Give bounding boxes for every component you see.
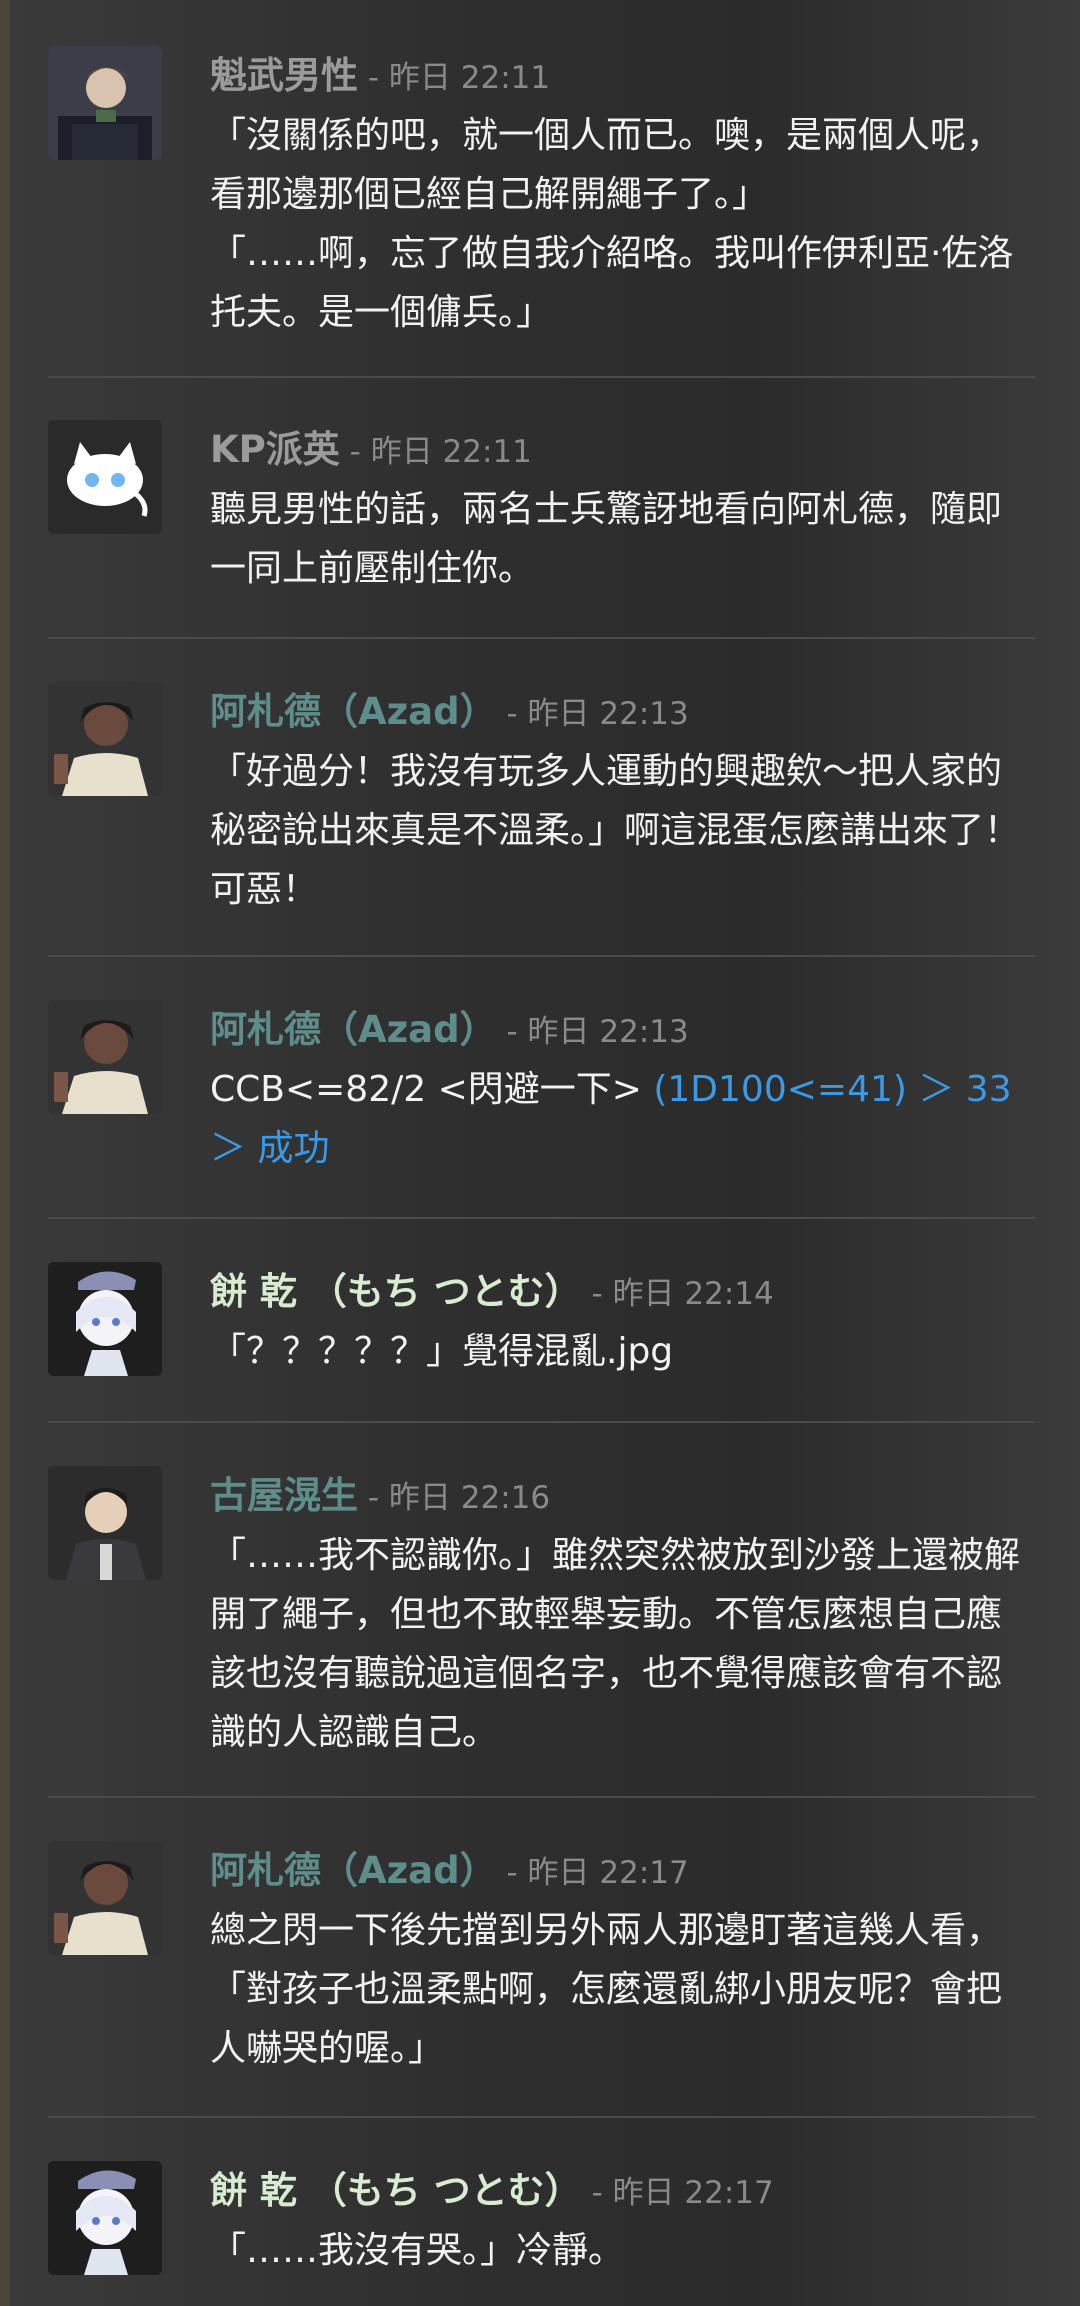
message-text: CCB<=82/2 <閃避一下> (1D100<=41) ＞ 33 ＞ 成功 xyxy=(210,1060,1035,1178)
message-text: 聽見男性的話，兩名士兵驚訝地看向阿札德，隨即一同上前壓制住你。 xyxy=(210,480,1035,598)
message-line: 「……我沒有哭。」冷靜。 xyxy=(210,2230,625,2271)
message-text: 「沒關係的吧，就一個人而已。噢，是兩個人呢，看那邊那個已經自己解開繩子了。」 「… xyxy=(210,106,1035,342)
separator: - xyxy=(496,1855,528,1891)
separator: - xyxy=(496,696,528,732)
message-header: 阿札德（Azad） - 昨日 22:13 xyxy=(210,682,1035,742)
divider xyxy=(48,1217,1035,1219)
message-text: 總之閃一下後先擋到另外兩人那邊盯著這幾人看，「對孩子也溫柔點啊，怎麼還亂綁小朋友… xyxy=(210,1901,1035,2078)
divider xyxy=(48,1421,1035,1423)
author-name[interactable]: 古屋滉生 xyxy=(210,1474,358,1517)
divider xyxy=(48,1796,1035,1798)
koya-avatar-icon[interactable] xyxy=(48,1466,162,1580)
message-header: 阿札德（Azad） - 昨日 22:17 xyxy=(210,1841,1035,1901)
divider xyxy=(48,955,1035,957)
message-text: 「……我沒有哭。」冷靜。 xyxy=(210,2221,1035,2280)
author-name[interactable]: 阿札德（Azad） xyxy=(210,1849,497,1892)
message-line: 總之閃一下後先擋到另外兩人那邊盯著這幾人看，「對孩子也溫柔點啊，怎麼還亂綁小朋友… xyxy=(210,1910,1003,2069)
message-line: 「……啊，忘了做自我介紹咯。我叫作伊利亞·佐洛托夫。是一個傭兵。」 xyxy=(210,233,1014,333)
divider xyxy=(48,637,1035,639)
left-edge-bar xyxy=(0,0,10,2306)
azad-avatar-icon[interactable] xyxy=(48,1000,162,1114)
message-line: 聽見男性的話，兩名士兵驚訝地看向阿札德，隨即一同上前壓制住你。 xyxy=(210,489,1003,589)
divider xyxy=(48,376,1035,378)
message-line: 「？？？？？」覺得混亂.jpg xyxy=(210,1331,674,1372)
message-text: 「？？？？？」覺得混亂.jpg xyxy=(210,1322,1035,1381)
timestamp: 昨日 22:13 xyxy=(527,696,689,732)
timestamp: 昨日 22:11 xyxy=(370,434,532,470)
author-name[interactable]: 阿札德（Azad） xyxy=(210,1008,497,1051)
timestamp: 昨日 22:17 xyxy=(612,2175,774,2211)
mochi-avatar-icon[interactable] xyxy=(48,1262,162,1376)
message-header: 古屋滉生 - 昨日 22:16 xyxy=(210,1466,1035,1526)
separator: - xyxy=(581,2175,613,2211)
azad-avatar-icon[interactable] xyxy=(48,1841,162,1955)
timestamp: 昨日 22:17 xyxy=(527,1855,689,1891)
separator: - xyxy=(358,1480,389,1516)
message-header: 餅 乾 （もち つとむ） - 昨日 22:14 xyxy=(210,1262,1035,1322)
timestamp: 昨日 22:13 xyxy=(527,1014,689,1050)
author-name[interactable]: 餅 乾 （もち つとむ） xyxy=(210,1270,582,1313)
timestamp: 昨日 22:14 xyxy=(612,1276,774,1312)
message-line: 「沒關係的吧，就一個人而已。噢，是兩個人呢，看那邊那個已經自己解開繩子了。」 xyxy=(210,115,1003,215)
mochi-avatar-icon[interactable] xyxy=(48,2161,162,2275)
message-header: 阿札德（Azad） - 昨日 22:13 xyxy=(210,1000,1035,1060)
timestamp: 昨日 22:16 xyxy=(388,1480,551,1516)
separator: - xyxy=(339,434,371,470)
separator: - xyxy=(496,1014,528,1050)
dice-command: CCB<=82/2 <閃避一下> xyxy=(210,1069,654,1110)
separator: - xyxy=(581,1276,613,1312)
message-header: 餅 乾 （もち つとむ） - 昨日 22:17 xyxy=(210,2161,1035,2221)
message-header: KP派英 - 昨日 22:11 xyxy=(210,420,1035,480)
azad-avatar-icon[interactable] xyxy=(48,682,162,796)
author-name[interactable]: 魁武男性 xyxy=(210,54,358,97)
author-name[interactable]: 餅 乾 （もち つとむ） xyxy=(210,2169,582,2212)
white-cat-avatar-icon[interactable] xyxy=(48,420,162,534)
message-text: 「……我不認識你。」雖然突然被放到沙發上還被解開了繩子，但也不敢輕舉妄動。不管怎… xyxy=(210,1526,1035,1762)
message-line: 「好過分！我沒有玩多人運動的興趣欸～把人家的秘密說出來真是不溫柔。」啊這混蛋怎麼… xyxy=(210,751,1021,910)
author-name[interactable]: KP派英 xyxy=(210,428,340,471)
divider xyxy=(48,2116,1035,2118)
message-header: 魁武男性 - 昨日 22:11 xyxy=(210,46,1035,106)
message-text: 「好過分！我沒有玩多人運動的興趣欸～把人家的秘密說出來真是不溫柔。」啊這混蛋怎麼… xyxy=(210,742,1035,919)
author-name[interactable]: 阿札德（Azad） xyxy=(210,690,497,733)
soldier-avatar-icon[interactable] xyxy=(48,46,162,160)
message-line: 「……我不認識你。」雖然突然被放到沙發上還被解開了繩子，但也不敢輕舉妄動。不管怎… xyxy=(210,1535,1021,1753)
separator: - xyxy=(358,60,389,96)
timestamp: 昨日 22:11 xyxy=(388,60,551,96)
chat-log[interactable]: 魁武男性 - 昨日 22:11 「沒關係的吧，就一個人而已。噢，是兩個人呢，看那… xyxy=(48,0,1035,2306)
